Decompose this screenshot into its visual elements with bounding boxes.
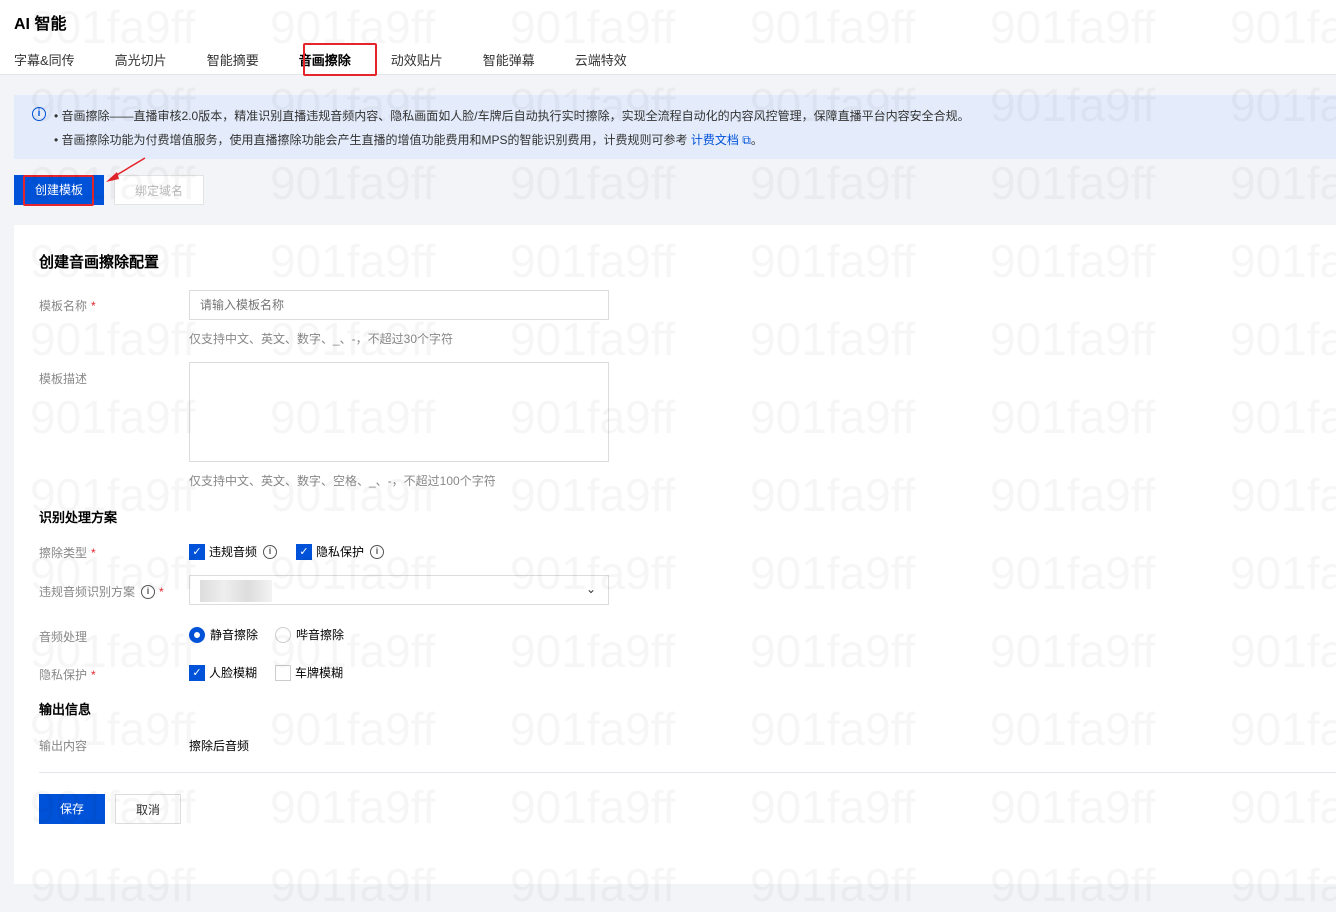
checkbox-illegal-audio[interactable]: ✓ 违规音频 i — [189, 543, 278, 560]
info-icon: i — [32, 107, 46, 121]
checkbox-checked-icon: ✓ — [296, 543, 312, 560]
page-title: AI 智能 — [14, 16, 67, 33]
blurred-value — [200, 580, 272, 602]
header: AI 智能 字幕&同传 高光切片 智能摘要 音画擦除 动效贴片 智能弹幕 云端特… — [0, 0, 1336, 75]
info-icon[interactable]: i — [263, 544, 278, 559]
scheme-select[interactable]: ⌄ — [189, 575, 609, 605]
config-form: 创建音画擦除配置 模板名称* 仅支持中文、英文、数字、_、-，不超过30个字符 … — [14, 225, 1336, 884]
tab-danmaku[interactable]: 智能弹幕 — [483, 50, 535, 72]
tab-cloud-effects[interactable]: 云端特效 — [575, 50, 627, 72]
watermark-text: 901fa9ff — [750, 156, 915, 210]
billing-doc-link[interactable]: 计费文档 — [691, 133, 739, 147]
watermark-text: 901fa9ff — [990, 156, 1155, 210]
checkbox-checked-icon: ✓ — [189, 664, 205, 681]
audio-label: 音频处理 — [39, 630, 88, 644]
output-label: 输出内容 — [39, 739, 88, 753]
template-desc-textarea[interactable] — [189, 362, 609, 462]
name-label: 模板名称 — [39, 299, 88, 313]
watermark-text: 901fa9ff — [270, 156, 435, 210]
chevron-down-icon: ⌄ — [585, 582, 596, 596]
arrow-annotation — [106, 157, 146, 182]
tab-summary[interactable]: 智能摘要 — [207, 50, 259, 72]
tab-highlights[interactable]: 高光切片 — [115, 50, 167, 72]
checkbox-face-blur[interactable]: ✓ 人脸模糊 — [189, 664, 257, 681]
name-hint: 仅支持中文、英文、数字、_、-，不超过30个字符 — [189, 332, 454, 346]
info-icon[interactable]: i — [141, 584, 156, 599]
divider — [39, 772, 1336, 773]
radio-beep[interactable]: 哔音擦除 — [275, 626, 344, 643]
tab-subtitles[interactable]: 字幕&同传 — [14, 50, 75, 72]
desc-label: 模板描述 — [39, 372, 88, 386]
info-icon[interactable]: i — [370, 544, 385, 559]
section-recognition: 识别处理方案 — [39, 510, 118, 525]
desc-hint: 仅支持中文、英文、数字、空格、_、-，不超过100个字符 — [189, 474, 496, 488]
cancel-button[interactable]: 取消 — [115, 794, 181, 824]
radio-mute[interactable]: 静音擦除 — [189, 626, 258, 643]
save-button[interactable]: 保存 — [39, 794, 105, 824]
output-value: 擦除后音频 — [189, 739, 250, 753]
tab-effects[interactable]: 动效贴片 — [391, 50, 443, 72]
watermark-text: 901fa9ff — [1230, 156, 1336, 210]
checkbox-checked-icon: ✓ — [189, 543, 205, 560]
checkbox-privacy[interactable]: ✓ 隐私保护 i — [296, 543, 385, 560]
info-banner: i • 音画擦除——直播审核2.0版本，精准识别直播违规音频内容、隐私画面如人脸… — [14, 95, 1336, 159]
checkbox-plate-blur[interactable]: 车牌模糊 — [275, 664, 343, 681]
banner-line-2: 音画擦除功能为付费增值服务，使用直播擦除功能会产生直播的增值功能费用和MPS的智… — [61, 133, 688, 147]
section-output: 输出信息 — [39, 702, 92, 717]
external-link-icon: ⧉ — [742, 133, 751, 147]
watermark-text: 901fa9ff — [510, 156, 675, 210]
highlight-box — [23, 175, 94, 206]
form-title: 创建音画擦除配置 — [39, 254, 160, 271]
template-name-input[interactable] — [189, 290, 609, 320]
banner-line-1: 音画擦除——直播审核2.0版本，精准识别直播违规音频内容、隐私画面如人脸/车牌后… — [61, 109, 970, 123]
highlight-box — [303, 43, 377, 76]
